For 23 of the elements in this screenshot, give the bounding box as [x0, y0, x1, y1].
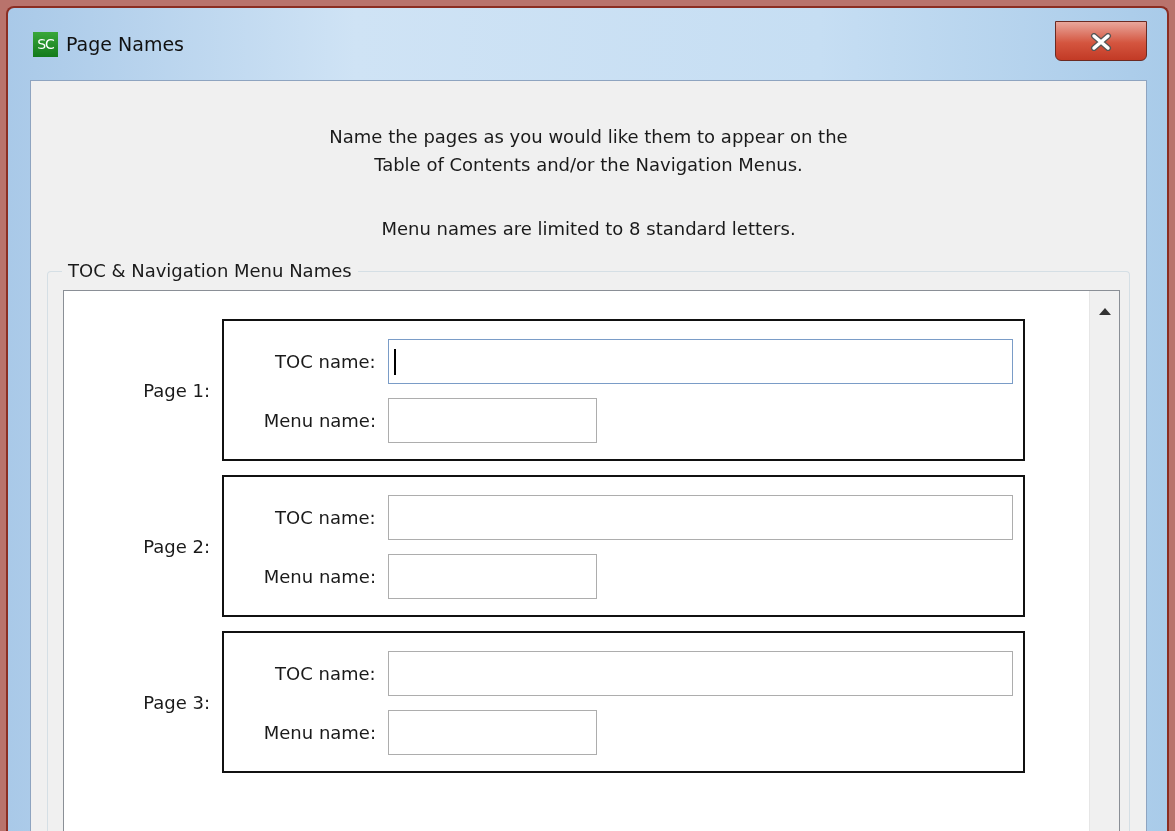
- field-label: TOC name:: [274, 350, 376, 374]
- field-label: Menu name:: [262, 565, 376, 589]
- field-label: Menu name:: [262, 721, 376, 745]
- menu-name-field[interactable]: [388, 710, 597, 755]
- menu-name-field[interactable]: [388, 398, 597, 443]
- app-icon: SC: [33, 31, 58, 57]
- close-button[interactable]: [1055, 21, 1147, 61]
- toc-name-field[interactable]: [387, 651, 1013, 696]
- instruction-text: Menu names are limited to 8 standard letters.: [381, 217, 796, 241]
- menu-name-field[interactable]: [388, 554, 597, 599]
- scrollbar[interactable]: [1089, 291, 1119, 831]
- scroll-up-icon[interactable]: [1098, 307, 1111, 315]
- field-label: Menu name:: [262, 409, 376, 433]
- toc-name-field[interactable]: [387, 339, 1013, 384]
- field-label: TOC name:: [274, 506, 376, 530]
- page-label: Page 1:: [142, 378, 211, 403]
- page-label: Page 2:: [142, 534, 211, 559]
- toc-name-field[interactable]: [387, 495, 1013, 540]
- field-label: TOC name:: [274, 662, 376, 686]
- page-label: Page 3:: [142, 690, 211, 715]
- close-icon: [1090, 33, 1112, 52]
- instruction-text: Name the pages as you would like them to appear on the Table of Contents and/or the Navigation Menus.: [329, 125, 848, 177]
- window-title: Page Names: [66, 31, 184, 57]
